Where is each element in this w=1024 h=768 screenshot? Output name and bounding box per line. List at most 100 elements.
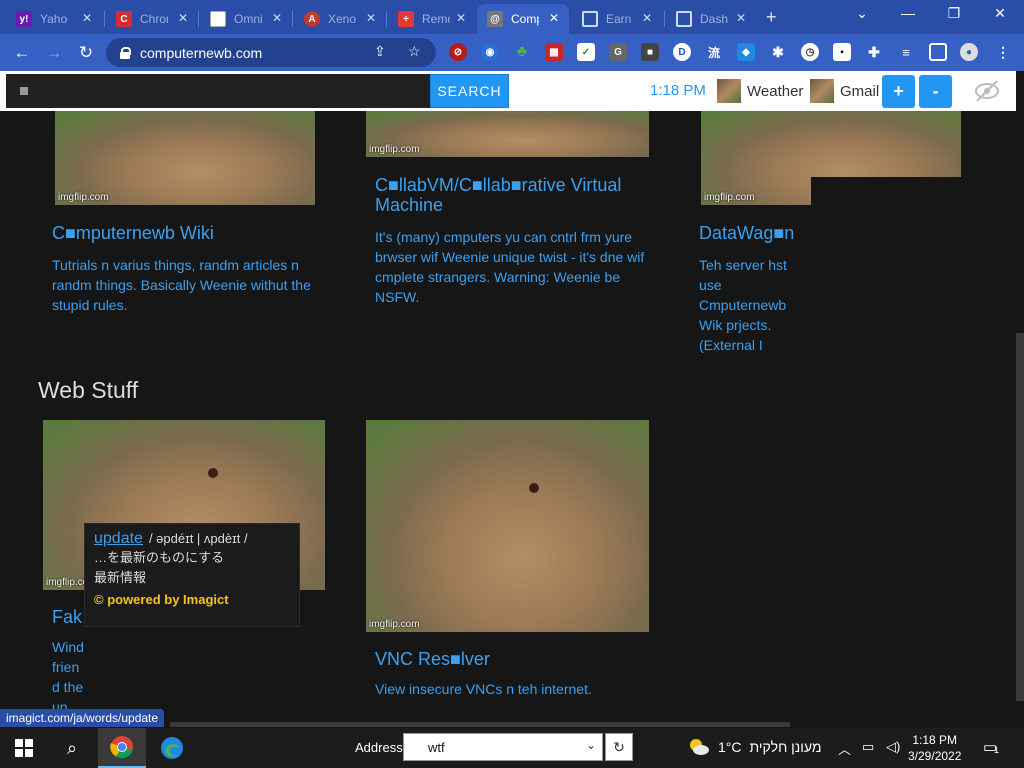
tab-search-button[interactable]: ⌄ — [842, 5, 882, 22]
extension-icon[interactable]: ◆ — [737, 43, 755, 61]
close-icon[interactable]: ✕ — [549, 11, 559, 25]
taskbar-date: 3/29/2022 — [908, 749, 962, 763]
close-icon[interactable]: ✕ — [456, 11, 466, 25]
search-icon[interactable]: ⌕ — [48, 728, 96, 768]
address-toolbar-label: Address — [355, 740, 403, 755]
taskbar-clock[interactable]: 1:18 PM 3/29/2022 — [908, 732, 961, 764]
profile-avatar-icon[interactable]: ● — [960, 43, 978, 61]
tab-6[interactable]: Earn ✕ — [572, 4, 662, 34]
reload-icon[interactable]: ↻ — [76, 43, 96, 63]
card-title[interactable]: C■mputernewb Wiki — [52, 223, 352, 243]
gmail-label: Gmail — [840, 82, 880, 100]
card-title[interactable]: VNC Res■lver — [375, 649, 650, 669]
gmail-thumbnail-icon — [810, 79, 834, 103]
popup-word-link[interactable]: update — [94, 530, 143, 547]
minimize-button[interactable]: — — [888, 5, 928, 21]
chevron-up-icon[interactable]: ︿ — [838, 739, 851, 758]
extension-icon[interactable]: ▦ — [545, 43, 563, 61]
new-tab-button[interactable]: + — [766, 7, 777, 28]
extension-icon[interactable]: ◉ — [481, 43, 499, 61]
media-icon[interactable]: ≡ — [897, 43, 915, 61]
close-icon[interactable]: ✕ — [642, 11, 652, 25]
extension-icon[interactable]: G — [609, 43, 627, 61]
back-icon[interactable]: ← — [12, 43, 32, 63]
swiss-cross-icon: + — [398, 11, 414, 27]
weather-label: Weather — [747, 82, 804, 100]
weather-widget[interactable]: 1°C מעונן חלקית — [688, 737, 822, 757]
bookmark-star-icon[interactable]: ☆ — [408, 43, 421, 60]
tab-4[interactable]: + Remote ✕ — [388, 4, 476, 34]
zoom-in-button[interactable]: + — [882, 75, 915, 108]
tree-extension-icon[interactable]: ♣ — [513, 43, 531, 61]
chevron-down-icon[interactable]: ⌄ — [586, 738, 596, 752]
overlay-block — [811, 177, 1016, 437]
card-description: Teh server hst use Cmputernewb Wik prjec… — [699, 257, 787, 353]
tab-7[interactable]: Dash ✕ — [666, 4, 756, 34]
tab-0[interactable]: y! Yahoo ✕ — [6, 4, 102, 34]
close-icon[interactable]: ✕ — [272, 11, 282, 25]
computernewb-icon: @ — [487, 11, 503, 27]
extension-icon[interactable]: 流 — [705, 43, 723, 61]
document-icon — [210, 11, 226, 27]
puzzle-icon[interactable]: ✚ — [865, 43, 883, 61]
card-title[interactable]: DataWag■n — [699, 223, 811, 243]
save-extension-icon[interactable]: ▪ — [833, 43, 851, 61]
chrome-taskbar-button[interactable] — [98, 728, 146, 768]
browser-toolbar: ← → ↻ computernewb.com ⇪ ☆ ⊘ ◉ ♣ ▦ ✓ G ■… — [0, 34, 1024, 71]
hide-eye-icon[interactable] — [974, 79, 1000, 103]
sidepanel-icon[interactable] — [929, 43, 947, 61]
bug-icon[interactable]: ✱ — [769, 43, 787, 61]
card-image[interactable]: imgflip.com — [366, 111, 649, 157]
windows-taskbar: ⌕ Address wtf ⌄ ↻ 1°C מעונן חלקית ︿ ▭ ◁)… — [0, 728, 1024, 768]
network-icon[interactable]: ▭ — [862, 739, 874, 755]
close-icon[interactable]: ✕ — [82, 11, 92, 25]
tab-title: Omni — [234, 12, 262, 26]
tab-title: Comp — [511, 12, 539, 26]
forward-icon[interactable]: → — [44, 43, 64, 63]
close-icon[interactable]: ✕ — [366, 11, 376, 25]
restore-button[interactable]: ❐ — [934, 5, 974, 22]
zoom-out-button[interactable]: - — [919, 75, 952, 108]
popup-powered-by[interactable]: © powered by Imagict — [94, 592, 290, 607]
share-icon[interactable]: ⇪ — [374, 43, 386, 60]
card-image[interactable]: imgflip.com — [366, 420, 649, 632]
tab-title: Earn — [606, 12, 632, 26]
watermark: imgflip.com — [704, 192, 755, 203]
volume-icon[interactable]: ◁) — [886, 739, 900, 755]
search-button[interactable]: SEARCH — [430, 74, 509, 108]
address-go-icon[interactable]: ↻ — [605, 733, 633, 761]
close-window-button[interactable]: ✕ — [980, 5, 1020, 22]
card-description: View insecure VNCs n teh internet. — [375, 681, 592, 697]
vertical-scrollbar[interactable] — [1016, 333, 1024, 701]
tab-title: Chrome — [140, 12, 168, 26]
start-button[interactable] — [0, 728, 48, 768]
card-title[interactable]: C■llabVM/C■llab■rative Virtual Machine — [375, 175, 650, 215]
tab-active[interactable]: @ Comp ✕ — [477, 4, 569, 34]
clock-extension-icon[interactable]: ◷ — [801, 43, 819, 61]
app-icon: A — [304, 11, 320, 27]
extension-icon[interactable]: ⊘ — [449, 43, 467, 61]
yahoo-icon: y! — [16, 11, 32, 27]
edge-taskbar-button[interactable] — [148, 728, 196, 768]
tab-2[interactable]: Omni ✕ — [200, 4, 292, 34]
gmail-link[interactable]: Gmail — [810, 79, 879, 103]
close-icon[interactable]: ✕ — [736, 11, 746, 25]
weather-link[interactable]: Weather — [717, 79, 803, 103]
address-bar[interactable]: computernewb.com ⇪ ☆ — [106, 38, 436, 67]
site-topbar: SEARCH 1:18 PM Weather Gmail + - — [0, 71, 1016, 111]
card-image[interactable]: imgflip.com — [55, 111, 315, 205]
popup-meaning: 最新情報 — [94, 570, 147, 585]
close-icon[interactable]: ✕ — [178, 11, 188, 25]
extension-icon[interactable]: ■ — [641, 43, 659, 61]
tab-title: Yahoo — [40, 12, 68, 26]
search-input[interactable] — [6, 74, 430, 108]
menu-kebab-icon[interactable]: ⋮ — [994, 43, 1012, 61]
extension-icon[interactable]: D — [673, 43, 691, 61]
horizontal-scrollbar[interactable] — [170, 722, 790, 727]
address-toolbar-input[interactable]: wtf ⌄ — [403, 733, 603, 761]
notification-center-icon[interactable]: ▭ 1 — [983, 738, 999, 756]
tab-3[interactable]: A Xeno ✕ — [294, 4, 386, 34]
tab-1[interactable]: C Chrome ✕ — [106, 4, 198, 34]
checkbox-extension-icon[interactable]: ✓ — [577, 43, 595, 61]
eye-detail — [529, 483, 539, 493]
